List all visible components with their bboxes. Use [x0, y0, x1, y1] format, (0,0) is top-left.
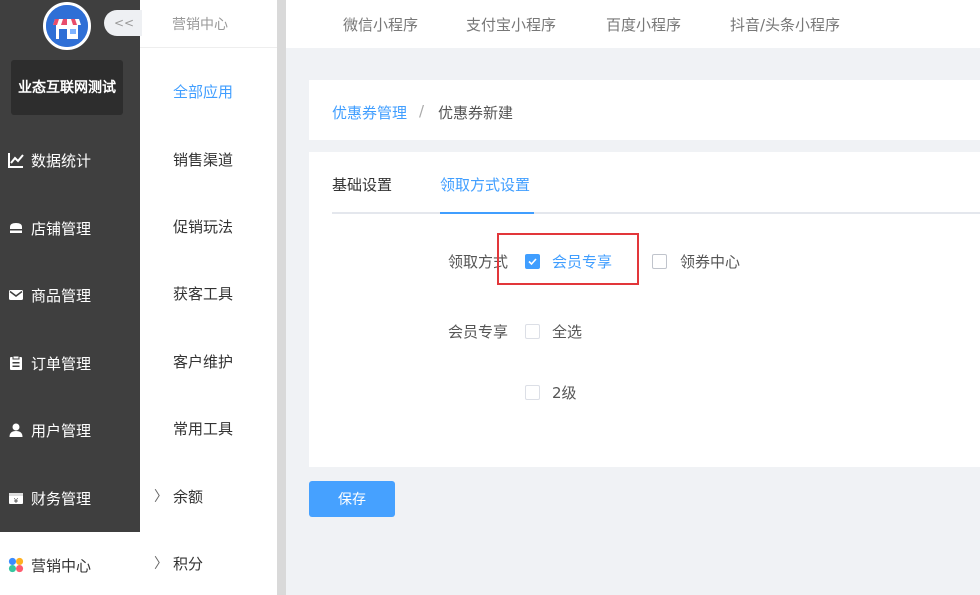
sidebar-item-label: 店铺管理 — [31, 219, 92, 238]
collapse-sidebar-button[interactable]: << — [104, 10, 142, 36]
select-all-checkbox[interactable] — [525, 324, 540, 339]
sidebar-item-goods[interactable]: 商品管理 — [0, 262, 140, 328]
store-icon — [8, 220, 24, 236]
sidebar-item-store[interactable]: 店铺管理 — [0, 195, 140, 261]
svg-text:¥: ¥ — [14, 497, 19, 505]
sidebar-item-label: 数据统计 — [31, 151, 92, 170]
sub-sidebar: 营销中心 全部应用 销售渠道 促销玩法 获客工具 客户维护 常用工具 〉 余额 … — [140, 0, 277, 595]
check-icon — [528, 258, 537, 266]
shop-name[interactable]: 业态互联网测试 — [11, 60, 123, 115]
sidebar-item-label: 用户管理 — [31, 421, 92, 440]
coupon-center-option-label[interactable]: 领券中心 — [680, 251, 740, 272]
sub-item-sales-channel[interactable]: 销售渠道 — [140, 145, 277, 175]
chevron-right-icon: 〉 — [154, 489, 168, 505]
breadcrumb-coupon-manage[interactable]: 优惠券管理 — [332, 102, 407, 123]
breadcrumb: 优惠券管理 / 优惠券新建 — [309, 80, 980, 140]
level-2-checkbox[interactable] — [525, 385, 540, 400]
chevron-right-icon: 〉 — [154, 556, 168, 572]
select-all-label[interactable]: 全选 — [552, 321, 582, 342]
vertical-scrollbar[interactable] — [277, 0, 286, 595]
tab-baidu-miniprogram[interactable]: 百度小程序 — [606, 14, 681, 35]
shop-logo-icon[interactable] — [43, 2, 91, 50]
sub-sidebar-header: 营销中心 — [140, 0, 277, 48]
save-button[interactable]: 保存 — [309, 481, 395, 517]
chart-line-icon — [8, 152, 24, 168]
active-tab-indicator — [440, 212, 534, 214]
sidebar-item-label: 订单管理 — [31, 354, 92, 373]
sidebar-item-finance[interactable]: ¥ 财务管理 — [0, 465, 140, 531]
sidebar-item-label: 营销中心 — [31, 556, 92, 575]
sub-item-points[interactable]: 〉 积分 — [140, 549, 277, 579]
sub-item-label: 积分 — [173, 555, 204, 573]
main-sidebar: 业态互联网测试 数据统计 店铺管理 商品管理 订单管理 用户管理 ¥ 财务管理 — [0, 0, 140, 595]
coupon-center-checkbox[interactable] — [652, 254, 667, 269]
tab-alipay-miniprogram[interactable]: 支付宝小程序 — [466, 14, 556, 35]
sidebar-item-data-stats[interactable]: 数据统计 — [0, 127, 140, 193]
sidebar-item-users[interactable]: 用户管理 — [0, 397, 140, 463]
tab-basic-settings[interactable]: 基础设置 — [332, 174, 392, 195]
sub-item-all-apps[interactable]: 全部应用 — [140, 77, 277, 107]
sub-item-acquisition[interactable]: 获客工具 — [140, 279, 277, 309]
sidebar-item-label: 财务管理 — [31, 489, 92, 508]
yen-box-icon: ¥ — [8, 490, 24, 506]
level-2-label[interactable]: 2级 — [552, 382, 577, 403]
sub-item-customer-care[interactable]: 客户维护 — [140, 347, 277, 377]
sub-item-promotions[interactable]: 促销玩法 — [140, 212, 277, 242]
tab-divider — [332, 212, 980, 214]
mail-icon — [8, 287, 24, 303]
user-icon — [8, 422, 24, 438]
sidebar-item-label: 商品管理 — [31, 286, 92, 305]
breadcrumb-separator: / — [419, 102, 425, 120]
tab-douyin-miniprogram[interactable]: 抖音/头条小程序 — [730, 14, 840, 35]
coupon-form-card: 基础设置 领取方式设置 领取方式 会员专享 领券中心 会员专享 全选 2级 — [309, 152, 980, 467]
breadcrumb-current: 优惠券新建 — [438, 104, 514, 122]
sub-item-balance[interactable]: 〉 余额 — [140, 482, 277, 512]
sub-item-common-tools[interactable]: 常用工具 — [140, 414, 277, 444]
clipboard-icon — [8, 355, 24, 371]
member-exclusive-option-label[interactable]: 会员专享 — [552, 251, 612, 272]
tab-claim-settings[interactable]: 领取方式设置 — [440, 174, 530, 195]
member-exclusive-checkbox[interactable] — [525, 254, 540, 269]
sidebar-item-marketing[interactable]: 营销中心 — [0, 532, 140, 595]
member-exclusive-label: 会员专享 — [448, 323, 509, 341]
sub-item-label: 余额 — [173, 488, 204, 506]
tab-wechat-miniprogram[interactable]: 微信小程序 — [343, 14, 418, 35]
marketing-colorful-icon — [8, 557, 24, 573]
sidebar-item-orders[interactable]: 订单管理 — [0, 330, 140, 396]
top-channel-tabs: 微信小程序 支付宝小程序 百度小程序 抖音/头条小程序 — [286, 0, 980, 48]
sub-sidebar-title: 营销中心 — [172, 17, 228, 33]
